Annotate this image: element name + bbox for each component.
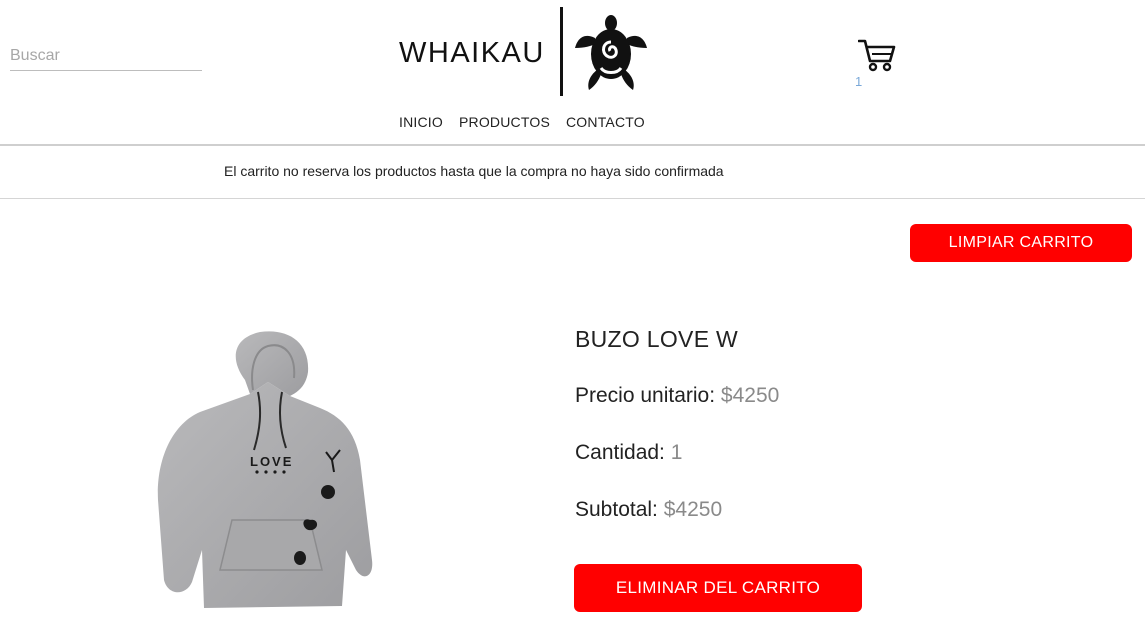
- remove-from-cart-button[interactable]: ELIMINAR DEL CARRITO: [574, 564, 862, 612]
- logo-divider: [559, 6, 563, 96]
- product-image[interactable]: LOVE: [150, 320, 385, 620]
- nav-item-contacto[interactable]: CONTACTO: [566, 114, 645, 130]
- search-input[interactable]: [10, 42, 202, 71]
- brand-logo[interactable]: WHAIKAU: [399, 6, 647, 96]
- cart-icon[interactable]: [858, 38, 896, 72]
- cart-notice-bar: El carrito no reserva los productos hast…: [0, 147, 1145, 199]
- quantity-value: 1: [670, 441, 683, 464]
- brand-name: WHAIKAU: [399, 36, 545, 69]
- subtotal-row: Subtotal: $4250: [575, 498, 722, 522]
- subtotal-value: $4250: [663, 498, 723, 521]
- quantity-label: Cantidad:: [575, 441, 665, 464]
- nav-item-productos[interactable]: PRODUCTOS: [459, 114, 550, 130]
- unit-price-label: Precio unitario:: [575, 384, 716, 407]
- cart-count-badge: 1: [855, 74, 863, 89]
- product-name: BUZO LOVE W: [575, 326, 739, 352]
- subtotal-label: Subtotal:: [575, 498, 658, 521]
- unit-price-value: $4250: [720, 384, 780, 407]
- cart-notice-text: El carrito no reserva los productos hast…: [224, 163, 724, 179]
- main-nav: INICIO PRODUCTOS CONTACTO: [399, 114, 645, 130]
- turtle-logo-icon: [574, 15, 647, 90]
- product-print-text: LOVE: [250, 454, 293, 469]
- clear-cart-button[interactable]: LIMPIAR CARRITO: [910, 224, 1132, 262]
- unit-price-row: Precio unitario: $4250: [575, 384, 779, 408]
- nav-item-inicio[interactable]: INICIO: [399, 114, 443, 130]
- quantity-row: Cantidad: 1: [575, 441, 682, 465]
- site-header: WHAIKAU 1 INICIO PRODUCTOS CONTACTO: [0, 0, 1145, 146]
